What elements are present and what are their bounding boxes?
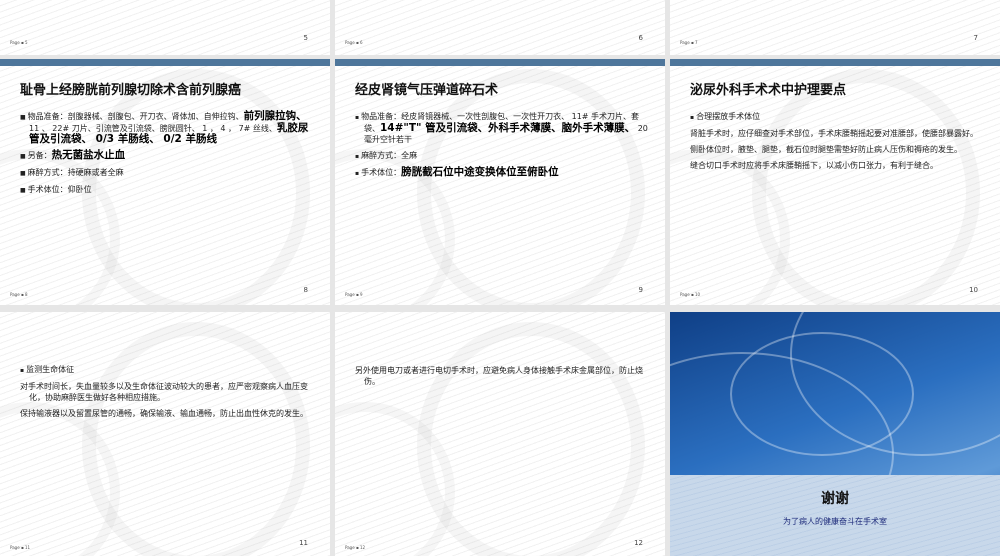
slide-title: 经皮肾镜气压弹道碎石术	[355, 83, 499, 98]
slide-body: ▪ 物品准备：经皮肾镜器械、一次性剖腹包、一次性开刀衣、 11# 手术刀片、套袋、…	[355, 112, 648, 178]
slide-footer: Page ▪ 10	[680, 292, 701, 297]
slide-body: 另外使用电刀或者进行电切手术时，应避免病人身体接触手术床金属部位，防止烧伤。	[355, 365, 651, 392]
text: 监测生命体征	[26, 365, 75, 374]
slide-number: 8	[303, 286, 308, 294]
slide-thumbnail-13[interactable]: 谢谢 为了病人的健康奋斗在手术室	[670, 312, 1000, 556]
text: 麻醉方式：全麻	[361, 151, 418, 160]
text: 另外使用电刀或者进行电切手术时，应避免病人身体接触手术床金属部位，防止烧伤。	[355, 366, 643, 386]
text: 侧卧体位时，腋垫、腿垫，截石位时腿垫需垫好防止病人压伤和褥疮的发生。	[690, 145, 962, 154]
text: 14#"T" 管及引流袋、外科手术薄膜、脑外手术薄膜、	[380, 122, 636, 134]
slide-title: 谢谢	[821, 491, 849, 507]
slide-body: ■ 物品准备：剖腹器械、剖腹包、开刀衣、肾体加、自伸拉钩、前列腺拉钩、 11 、 …	[20, 110, 309, 195]
slide-footer: Page ▪ 7	[680, 40, 698, 45]
slide-number: 10	[969, 286, 978, 294]
slide-top-bar	[0, 59, 330, 66]
text: 前列腺拉钩、	[243, 110, 307, 122]
slide-number: 9	[638, 286, 643, 294]
slide-thumbnail-6[interactable]: Page ▪ 6 6	[335, 0, 665, 55]
text: 手术体位：仰卧位	[27, 185, 92, 194]
slide-number: 5	[303, 34, 308, 42]
slide-thumbnail-8[interactable]: 耻骨上经膀胱前列腺切除术含前列腺癌 ■ 物品准备：剖腹器械、剖腹包、开刀衣、肾体加…	[0, 59, 330, 305]
text: 物品准备：剖腹器械、剖腹包、开刀衣、肾体加、自伸拉钩、	[27, 112, 244, 121]
text: 另备：	[27, 151, 52, 160]
text: 麻醉方式：持硬麻或者全麻	[27, 168, 124, 177]
slide-footer: Page ▪ 12	[345, 545, 366, 550]
slide-footer: Page ▪ 9	[345, 292, 363, 297]
text: 11 、 22# 刀片、引流管及引流袋、膀胱圆针、 1 ， 4 ， 7# 丝线、	[29, 124, 277, 133]
slide-title: 泌尿外科手术术中护理要点	[690, 83, 847, 98]
slide-body: ▪ 监测生命体征 对手术时间长，失血量较多以及生命体征波动较大的患者，应严密观察病…	[20, 364, 316, 424]
text: 肾脏手术时，应仔细查对手术部位，手术床腰鞘摇起要对准腰部，使腰部暴露好。	[690, 129, 978, 138]
slide-number: 7	[973, 34, 978, 42]
slide-top-bar	[670, 59, 1000, 66]
text: 保持输液器以及留置尿管的通畅，确保输液、输血通畅，防止出血性休克的发生。	[20, 409, 308, 418]
text: 缝合切口手术时应将手术床腰鞘摇下，以减小伤口张力，有利于缝合。	[690, 161, 938, 170]
slide-thumbnail-5[interactable]: Page ▪ 5 5	[0, 0, 330, 55]
slide-thumbnail-11[interactable]: ▪ 监测生命体征 对手术时间长，失血量较多以及生命体征波动较大的患者，应严密观察病…	[0, 312, 330, 556]
slide-number: 12	[634, 539, 643, 547]
slide-footer: Page ▪ 6	[345, 40, 363, 45]
text: 手术体位：	[361, 168, 402, 177]
text: 对手术时间长，失血量较多以及生命体征波动较大的患者，应严密观察病人血压变化，协助…	[20, 382, 308, 402]
slide-footer: Page ▪ 11	[10, 545, 31, 550]
slide-thumbnail-7[interactable]: Page ▪ 7 7	[670, 0, 1000, 55]
slide-footer: Page ▪ 5	[10, 40, 28, 45]
text: 膀胱截石位中途变换体位至俯卧位	[401, 166, 559, 178]
slide-title: 耻骨上经膀胱前列腺切除术含前列腺癌	[20, 83, 242, 98]
slide-thumbnail-10[interactable]: 泌尿外科手术术中护理要点 ▪ 合理摆放手术体位 肾脏手术时，应仔细查对手术部位，手…	[670, 59, 1000, 305]
slide-number: 11	[299, 539, 308, 547]
slide-number: 6	[638, 34, 643, 42]
text: 热无菌盐水止血	[51, 149, 126, 161]
slide-subtitle: 为了病人的健康奋斗在手术室	[783, 517, 887, 526]
slide-footer: Page ▪ 8	[10, 292, 28, 297]
slide-top-bar	[335, 59, 665, 66]
slide-thumbnail-12[interactable]: 另外使用电刀或者进行电切手术时，应避免病人身体接触手术床金属部位，防止烧伤。 P…	[335, 312, 665, 556]
slide-body: ▪ 合理摆放手术体位 肾脏手术时，应仔细查对手术部位，手术床腰鞘摇起要对准腰部，使…	[690, 111, 986, 176]
slide-thumbnail-9[interactable]: 经皮肾镜气压弹道碎石术 ▪ 物品准备：经皮肾镜器械、一次性剖腹包、一次性开刀衣、 …	[335, 59, 665, 305]
text: 合理摆放手术体位	[696, 112, 761, 121]
